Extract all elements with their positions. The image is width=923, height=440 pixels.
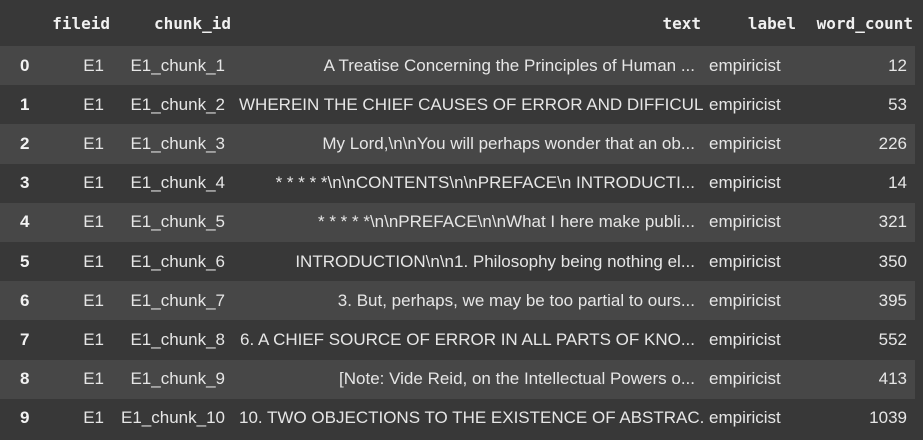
table-row: 8 E1 E1_chunk_9 [Note: Vide Reid, on the In… <box>0 359 915 399</box>
row-index: 0 <box>20 55 30 75</box>
row-index: 8 <box>20 369 30 389</box>
cell-chunk-id: E1_chunk_2 <box>130 94 225 114</box>
row-index: 5 <box>20 251 30 271</box>
column-header-label: label <box>747 13 796 33</box>
row-index: 2 <box>20 133 30 153</box>
cell-label: empiricist <box>709 133 781 153</box>
table-row: 6 E1 E1_chunk_7 3. But, perhaps, we may be … <box>0 281 915 321</box>
cell-label: empiricist <box>709 369 781 389</box>
cell-text: * * * * *\n\nCONTENTS\n\nPREFACE\n INTRO… <box>275 173 695 193</box>
header-row: fileid chunk_id text label word_count <box>0 0 915 46</box>
cell-text: A Treatise Concerning the Principles of … <box>323 55 695 75</box>
cell-fileid: E1 <box>83 173 104 193</box>
cell-word-count: 552 <box>878 329 907 349</box>
cell-chunk-id: E1_chunk_1 <box>130 55 225 75</box>
table-row: 7 E1 E1_chunk_8 6. A CHIEF SOURCE OF ERROR … <box>0 320 915 360</box>
cell-label: empiricist <box>709 94 781 114</box>
row-index: 1 <box>20 94 30 114</box>
column-header-word-count: word_count <box>816 13 913 33</box>
cell-word-count: 226 <box>878 133 907 153</box>
cell-word-count: 12 <box>888 55 907 75</box>
row-index: 4 <box>20 212 30 232</box>
row-index: 7 <box>20 329 30 349</box>
cell-word-count: 1039 <box>869 408 907 428</box>
cell-chunk-id: E1_chunk_6 <box>130 251 225 271</box>
cell-label: empiricist <box>709 290 781 310</box>
cell-label: empiricist <box>709 408 781 428</box>
table-row: 3 E1 E1_chunk_4 * * * * *\n\nCONTENTS\n\nPR… <box>0 163 915 203</box>
cell-text: 6. A CHIEF SOURCE OF ERROR IN ALL PARTS … <box>239 329 695 349</box>
cell-fileid: E1 <box>83 94 104 114</box>
cell-text: * * * * *\n\nPREFACE\n\nWhat I here make… <box>317 212 695 232</box>
cell-word-count: 413 <box>878 369 907 389</box>
cell-fileid: E1 <box>83 290 104 310</box>
cell-word-count: 350 <box>878 251 907 271</box>
cell-chunk-id: E1_chunk_10 <box>121 408 225 428</box>
cell-fileid: E1 <box>83 55 104 75</box>
cell-fileid: E1 <box>83 408 104 428</box>
table-row: 9 E1 E1_chunk_10 10. TWO OBJECTIONS TO THE … <box>0 398 915 438</box>
cell-chunk-id: E1_chunk_8 <box>130 329 225 349</box>
cell-label: empiricist <box>709 212 781 232</box>
table-row: 4 E1 E1_chunk_5 * * * * *\n\nPREFACE\n\nWha… <box>0 202 915 242</box>
table-row: 5 E1 E1_chunk_6 INTRODUCTION\n\n1. Philosop… <box>0 241 915 282</box>
table-row: 0 E1 E1_chunk_1 A Treatise Concerning the P… <box>0 46 915 86</box>
cell-chunk-id: E1_chunk_4 <box>130 173 225 193</box>
table-header: fileid chunk_id text label word_count <box>0 0 915 46</box>
index-header <box>0 0 40 46</box>
table-row: 1 E1 E1_chunk_2 WHEREIN THE CHIEF CAUSES OF… <box>0 85 915 125</box>
cell-text: 10. TWO OBJECTIONS TO THE EXISTENCE OF A… <box>239 408 703 428</box>
cell-text: [Note: Vide Reid, on the Intellectual Po… <box>339 369 695 389</box>
cell-label: empiricist <box>709 251 781 271</box>
cell-word-count: 321 <box>878 212 907 232</box>
cell-text: INTRODUCTION\n\n1. Philosophy being noth… <box>295 251 695 271</box>
column-header-text: text <box>662 13 701 33</box>
cell-fileid: E1 <box>83 212 104 232</box>
table-body: 0 E1 E1_chunk_1 A Treatise Concerning the P… <box>0 46 915 438</box>
cell-text: My Lord,\n\nYou will perhaps wonder that… <box>322 133 695 153</box>
dataframe-table: fileid chunk_id text label word_count 0 E… <box>0 0 915 438</box>
cell-chunk-id: E1_chunk_3 <box>130 133 225 153</box>
cell-text: 3. But, perhaps, we may be too partial t… <box>337 290 695 310</box>
cell-word-count: 14 <box>888 173 907 193</box>
cell-label: empiricist <box>709 173 781 193</box>
cell-label: empiricist <box>709 329 781 349</box>
table-row: 2 E1 E1_chunk_3 My Lord,\n\nYou will perhap… <box>0 124 915 164</box>
cell-chunk-id: E1_chunk_5 <box>130 212 225 232</box>
cell-label: empiricist <box>709 55 781 75</box>
cell-chunk-id: E1_chunk_9 <box>130 369 225 389</box>
cell-fileid: E1 <box>83 133 104 153</box>
row-index: 3 <box>20 173 30 193</box>
cell-text: WHEREIN THE CHIEF CAUSES OF ERROR AND DI… <box>239 94 703 114</box>
row-index: 9 <box>20 408 30 428</box>
cell-fileid: E1 <box>83 329 104 349</box>
cell-chunk-id: E1_chunk_7 <box>130 290 225 310</box>
cell-fileid: E1 <box>83 369 104 389</box>
cell-word-count: 53 <box>888 94 907 114</box>
column-header-chunk-id: chunk_id <box>153 13 231 33</box>
cell-fileid: E1 <box>83 251 104 271</box>
cell-word-count: 395 <box>878 290 907 310</box>
row-index: 6 <box>20 290 30 310</box>
column-header-fileid: fileid <box>52 13 110 33</box>
